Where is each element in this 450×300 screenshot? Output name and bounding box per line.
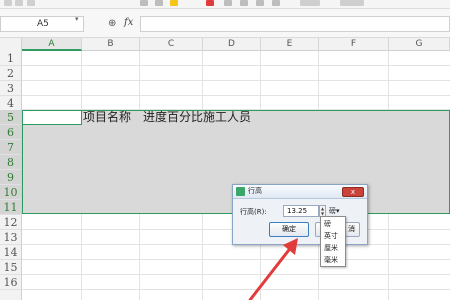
unit-option[interactable]: 厘米 [324, 244, 338, 253]
row-header[interactable]: 10 [0, 185, 21, 200]
unit-option[interactable]: 英寸 [324, 232, 338, 241]
row-header[interactable]: 7 [0, 140, 21, 155]
row-header[interactable]: 8 [0, 155, 21, 170]
column-header-a[interactable]: A [22, 38, 82, 51]
name-box[interactable]: A5 [0, 16, 84, 32]
toolbar-icon[interactable] [15, 0, 23, 6]
chevron-down-icon[interactable]: ▾ [75, 15, 79, 23]
close-icon[interactable]: x [342, 187, 364, 197]
spreadsheet-app-icon [236, 187, 245, 196]
row-header[interactable]: 1 [0, 51, 21, 66]
cell-area[interactable]: 项目名称 进度百分比 施工人员 [22, 51, 450, 300]
column-header-b[interactable]: B [82, 38, 140, 51]
toolbar-icon[interactable] [240, 0, 248, 6]
unit-select[interactable]: 磅▾ [329, 206, 340, 216]
unit-dropdown-list: 磅 英寸 厘米 毫米 [320, 216, 346, 267]
row-header[interactable]: 3 [0, 81, 21, 96]
row-header[interactable]: 12 [0, 215, 21, 230]
row-height-input[interactable]: 13.25 [283, 205, 319, 217]
formula-bar: A5 ▾ ⊕ fx [0, 9, 450, 38]
spreadsheet-window: A5 ▾ ⊕ fx A B C D E F G 1 2 3 4 5 6 7 8 [0, 0, 450, 300]
row-header[interactable]: 2 [0, 66, 21, 81]
ok-button[interactable]: 确定 [269, 222, 309, 237]
unit-selected-value: 磅 [329, 207, 336, 215]
column-header-g[interactable]: G [389, 38, 450, 51]
fill-color-icon[interactable] [170, 0, 178, 6]
cell-c5[interactable]: 进度百分比 [143, 110, 203, 125]
column-header-d[interactable]: D [203, 38, 261, 51]
column-header-e[interactable]: E [261, 38, 319, 51]
row-header[interactable]: 16 [0, 275, 21, 290]
toolbar-icon[interactable] [272, 0, 280, 6]
row-header[interactable]: 15 [0, 260, 21, 275]
row-header[interactable]: 9 [0, 170, 21, 185]
select-all-corner[interactable] [0, 38, 22, 51]
toolbar [0, 0, 450, 9]
toolbar-icon[interactable] [4, 0, 12, 6]
row-height-dialog: 行高 x 行高(R): 13.25 ▲ ▼ 磅▾ 确定 消 [232, 184, 368, 245]
column-header-f[interactable]: F [319, 38, 389, 51]
row-height-value: 13.25 [287, 207, 308, 215]
toolbar-icon[interactable] [27, 0, 35, 6]
toolbar-icon[interactable] [155, 0, 163, 6]
row-header[interactable]: 13 [0, 230, 21, 245]
toolbar-icon[interactable] [300, 0, 320, 6]
row-header[interactable]: 11 [0, 200, 21, 215]
fx-icon[interactable]: fx [124, 17, 133, 28]
name-box-value: A5 [37, 19, 49, 29]
row-header[interactable]: 4 [0, 96, 21, 111]
cell-b5[interactable]: 项目名称 [83, 110, 131, 125]
active-cell-a5[interactable] [22, 110, 82, 125]
row-header[interactable]: 14 [0, 245, 21, 260]
row-height-label: 行高(R): [240, 208, 267, 216]
toolbar-icon[interactable] [256, 0, 264, 6]
dialog-titlebar[interactable]: 行高 x [233, 185, 367, 199]
dialog-title: 行高 [248, 187, 262, 195]
cell-d5[interactable]: 施工人员 [203, 110, 251, 125]
row-header[interactable]: 5 [0, 110, 21, 125]
formula-input[interactable] [140, 16, 450, 32]
unit-option[interactable]: 磅 [324, 220, 331, 229]
column-header-row: A B C D E F G [0, 38, 450, 51]
row-header[interactable]: 6 [0, 125, 21, 140]
zoom-icon[interactable]: ⊕ [108, 17, 116, 31]
font-color-icon[interactable] [206, 0, 214, 6]
spreadsheet-grid: A B C D E F G 1 2 3 4 5 6 7 8 9 10 11 12… [0, 38, 450, 300]
row-headers: 1 2 3 4 5 6 7 8 9 10 11 12 13 14 15 16 [0, 51, 22, 300]
toolbar-icon[interactable] [340, 0, 364, 6]
unit-option[interactable]: 毫米 [324, 256, 338, 265]
toolbar-icon[interactable] [224, 0, 232, 6]
column-header-c[interactable]: C [140, 38, 203, 51]
toolbar-icon[interactable] [140, 0, 148, 6]
